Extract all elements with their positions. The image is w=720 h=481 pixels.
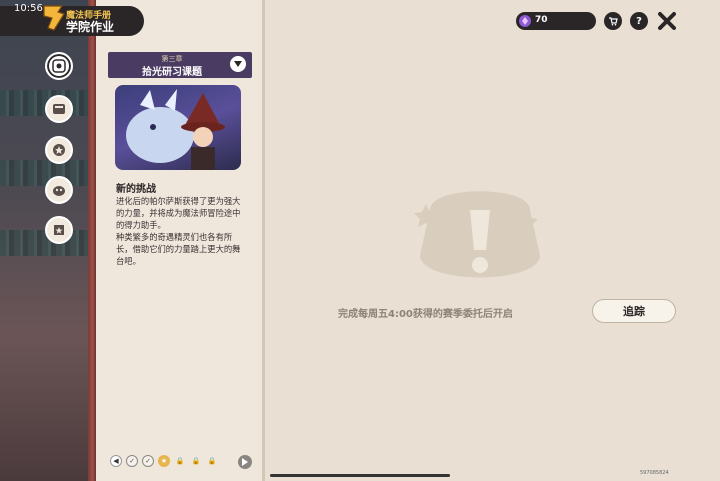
creature-icon [53,186,65,196]
player-uid: 597085824 [640,470,669,476]
pager-step-current[interactable]: ★ [158,455,170,467]
academy-logo-icon [43,5,65,31]
star-badge-icon [54,225,64,235]
chevron-down-icon [234,61,242,67]
section-heading: 新的挑战 [116,184,156,195]
chapter-name: 拾光研习课题 [142,67,202,78]
panel-divider [262,0,265,481]
help-button[interactable]: ? [630,12,648,30]
nav-button-book[interactable] [45,95,73,123]
unlock-condition-text: 完成每周五4:00获得的赛季委托后开启 [338,309,513,320]
creature-and-wizard-illustration [126,89,225,170]
question-icon: ? [636,15,642,27]
shop-button[interactable] [604,12,622,30]
page-title: 学院作业 [66,20,115,34]
home-indicator[interactable] [270,474,450,477]
nav-button-target[interactable] [45,52,73,80]
chapter-dropdown-button[interactable] [230,56,246,72]
currency-counter[interactable] [516,12,596,30]
section-description: 进化后的帕尔萨斯获得了更为强大的力量，并将成为魔法师冒险途中的得力助手。 种类繁… [116,196,241,266]
close-icon[interactable] [656,10,678,32]
nav-button-creature[interactable] [45,176,73,204]
pager-step-locked[interactable]: 🔒 [190,455,202,467]
chapter-pager: ◀ ✓ ✓ ★ 🔒 🔒 🔒 [110,455,218,467]
target-icon [52,59,66,73]
pager-step-locked[interactable]: 🔒 [174,455,186,467]
play-arrow-icon [242,458,248,466]
nav-button-badge[interactable] [45,136,73,164]
currency-value: 70 [535,15,548,25]
status-time: 10:56 [14,3,43,14]
book-spine-edge [88,0,96,481]
gem-icon [519,15,531,27]
pager-next-button[interactable] [238,455,252,469]
chapter-artwork [115,85,241,170]
pager-step-completed[interactable]: ✓ [126,455,138,467]
book-icon [53,104,65,114]
locked-question-emblem-icon [414,191,540,278]
pager-prev-button[interactable]: ◀ [110,455,122,467]
pager-step-locked[interactable]: 🔒 [206,455,218,467]
badge-icon [53,144,65,156]
track-button[interactable]: 追踪 [592,299,676,323]
pager-step-completed[interactable]: ✓ [142,455,154,467]
cart-icon [609,17,618,26]
nav-button-star-badge[interactable] [45,216,73,244]
